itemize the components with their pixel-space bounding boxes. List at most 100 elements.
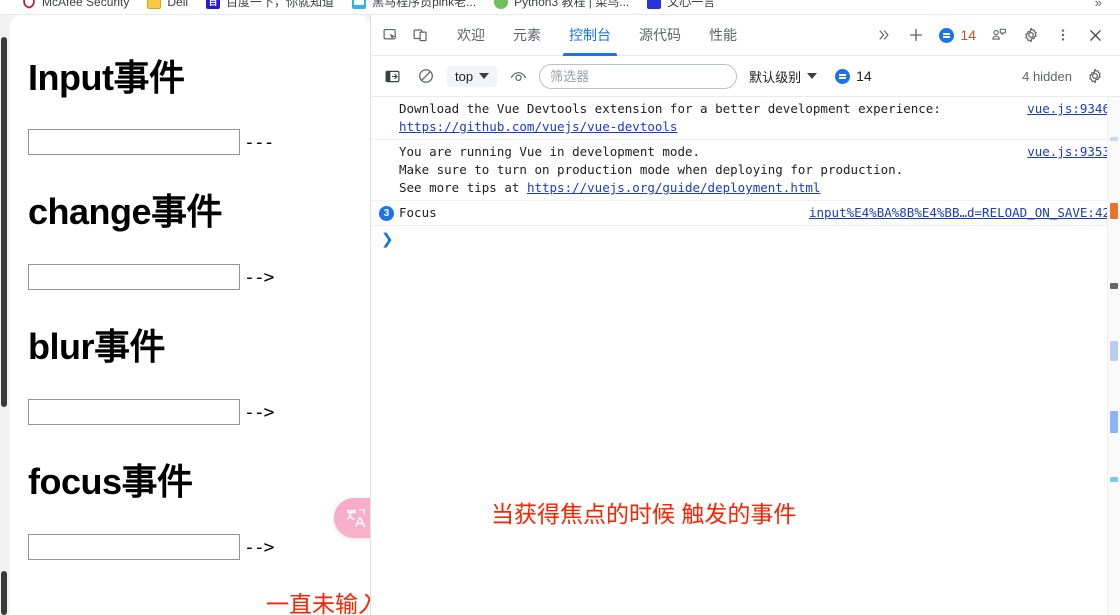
browser-window: McAfee Security Dell 百百度一下，你就知道 黑马程序员pink老.… [0, 0, 1120, 615]
bookmarks-overflow[interactable]: » [1095, 0, 1102, 14]
scroll-mark [1110, 411, 1118, 433]
arrow-marker-focus-event: --> [244, 536, 275, 558]
clear-console-icon[interactable] [413, 63, 439, 89]
console-message-text: Focus [399, 205, 437, 220]
console-prompt-caret: ❯ [381, 231, 394, 248]
page-scrollbar-thumb[interactable] [1, 37, 7, 407]
bookmark-label: Python3 教程 | 菜鸟... [514, 0, 630, 9]
mcafee-shield-icon [22, 0, 36, 9]
row-change-event: --> [28, 264, 275, 290]
bookmarks-overflow-icon[interactable]: » [1095, 0, 1102, 10]
devtools-toolbar-actions: 14 [869, 20, 1116, 50]
bookmark-label: Dell [167, 0, 189, 9]
console-message[interactable]: You are running Vue in development mode.… [371, 140, 1120, 201]
message-badge-icon [835, 68, 851, 84]
gear-icon[interactable] [1016, 20, 1046, 50]
console-message-count: 14 [856, 68, 872, 84]
live-expression-icon[interactable] [505, 63, 531, 89]
console-message-link[interactable]: https://github.com/vuejs/vue-devtools [399, 119, 677, 134]
console-scrollbar[interactable] [1107, 97, 1120, 615]
hidden-messages-label: 4 hidden [1022, 68, 1072, 84]
devtools-tab-list: 欢迎 元素 控制台 源代码 性能 [443, 15, 751, 56]
devtools-tab-1[interactable]: 元素 [499, 15, 555, 56]
devtools-tabbar: 欢迎 元素 控制台 源代码 性能 14 [371, 15, 1120, 56]
bookmark-item[interactable]: Python3 教程 | 菜鸟... [486, 0, 637, 13]
bookmark-item[interactable]: 百百度一下，你就知道 [198, 0, 342, 13]
devtools-tab-label: 控制台 [569, 27, 611, 43]
devtools-tab-2[interactable]: 控制台 [555, 15, 625, 56]
bookmarks-bar: McAfee Security Dell 百百度一下，你就知道 黑马程序员pink老.… [0, 0, 1120, 15]
console-message-link[interactable]: https://vuejs.org/guide/deployment.html [527, 180, 821, 195]
scroll-mark [1110, 137, 1118, 141]
page-scrollbar-thumb-secondary[interactable] [1, 571, 7, 615]
devtools-tab-3[interactable]: 源代码 [625, 15, 695, 56]
translate-icon[interactable] [334, 498, 370, 538]
devtools-tab-0[interactable]: 欢迎 [443, 15, 499, 56]
console-filter-right: 4 hidden [1022, 63, 1112, 89]
console-filter-bar: top 默认级别 14 4 hidden [371, 56, 1120, 97]
bookmark-item[interactable]: 文心一言 [639, 0, 723, 13]
scroll-mark [1110, 283, 1118, 289]
page-red-annotation: 一直未输入值 [266, 591, 370, 615]
chevron-double-right-icon[interactable] [869, 20, 899, 50]
console-settings-gear-icon[interactable] [1082, 63, 1108, 89]
bookmark-label: 百度一下，你就知道 [226, 0, 335, 9]
issues-message-icon [939, 27, 955, 43]
console-message-text: You are running Vue in development mode.… [399, 144, 904, 195]
devtools-tab-label: 性能 [709, 27, 737, 43]
inspect-element-icon[interactable] [375, 20, 405, 50]
kebab-menu-icon[interactable] [1048, 20, 1078, 50]
console-level-select[interactable]: 默认级别 [745, 64, 821, 89]
page-content-card: Input事件 --- change事件 --> blur事件 --> focu… [10, 15, 370, 615]
console-context-select[interactable]: top [447, 65, 498, 87]
chevron-down-icon [479, 73, 490, 79]
arrow-marker-blur-event: --> [244, 401, 275, 423]
runoob-icon [494, 0, 509, 9]
console-message[interactable]: Download the Vue Devtools extension for … [371, 97, 1120, 140]
console-message-list[interactable]: Download the Vue Devtools extension for … [371, 97, 1120, 615]
web-page-viewport: Input事件 --- change事件 --> blur事件 --> focu… [0, 15, 370, 615]
console-sidebar-icon[interactable] [379, 63, 405, 89]
heading-blur-event: blur事件 [28, 326, 166, 367]
device-toolbar-icon[interactable] [405, 20, 435, 50]
console-context-value: top [455, 68, 474, 84]
close-icon[interactable] [1080, 20, 1110, 50]
console-message-source[interactable]: vue.js:9353 [1015, 143, 1110, 161]
wenxin-icon [647, 0, 662, 9]
input-field-focus-event[interactable] [28, 534, 240, 560]
page-scrollbar[interactable] [0, 15, 8, 615]
console-message-counter[interactable]: 14 [829, 68, 878, 84]
console-message-repeat-badge: 3 [379, 206, 394, 221]
heading-change-event: change事件 [28, 191, 223, 232]
input-field-change-event[interactable] [28, 264, 240, 290]
devtools-tab-label: 欢迎 [457, 27, 485, 43]
row-blur-event: --> [28, 399, 275, 425]
row-focus-event: --> [28, 534, 275, 560]
feedback-icon[interactable] [984, 20, 1014, 50]
arrow-marker-input-event: --- [244, 131, 275, 153]
console-level-value: 默认级别 [749, 69, 802, 85]
input-field-input-event[interactable] [28, 129, 240, 155]
heading-focus-event: focus事件 [28, 461, 193, 502]
console-filter-input[interactable] [539, 63, 738, 89]
bookmark-item[interactable]: Dell [139, 0, 196, 13]
issues-counter[interactable]: 14 [933, 27, 982, 43]
plus-icon[interactable] [901, 20, 931, 50]
dell-folder-icon [147, 0, 162, 9]
console-message-source[interactable]: vue.js:9346 [1015, 100, 1110, 118]
bookmark-label: 黑马程序员pink老... [372, 0, 477, 9]
bookmark-item[interactable]: McAfee Security [14, 0, 137, 13]
console-red-annotation: 当获得焦点的时候 触发的事件 [491, 501, 797, 527]
input-field-blur-event[interactable] [28, 399, 240, 425]
scroll-mark [1110, 203, 1118, 219]
console-message-source[interactable]: input%E4%BA%8B%E4%BB…d=RELOAD_ON_SAVE:42 [797, 204, 1110, 222]
heima-icon [352, 0, 367, 9]
devtools-tab-label: 元素 [513, 27, 541, 43]
devtools-tab-4[interactable]: 性能 [695, 15, 751, 56]
console-message-text: Download the Vue Devtools extension for … [399, 101, 941, 134]
bookmark-item[interactable]: 黑马程序员pink老... [344, 0, 484, 13]
console-message[interactable]: 3 Focus input%E4%BA%8B%E4%BB…d=RELOAD_ON_S… [371, 201, 1120, 226]
console-prompt[interactable]: ❯ [371, 226, 1120, 252]
chevron-down-icon-level [807, 73, 818, 79]
bookmark-label: 文心一言 [667, 0, 716, 9]
